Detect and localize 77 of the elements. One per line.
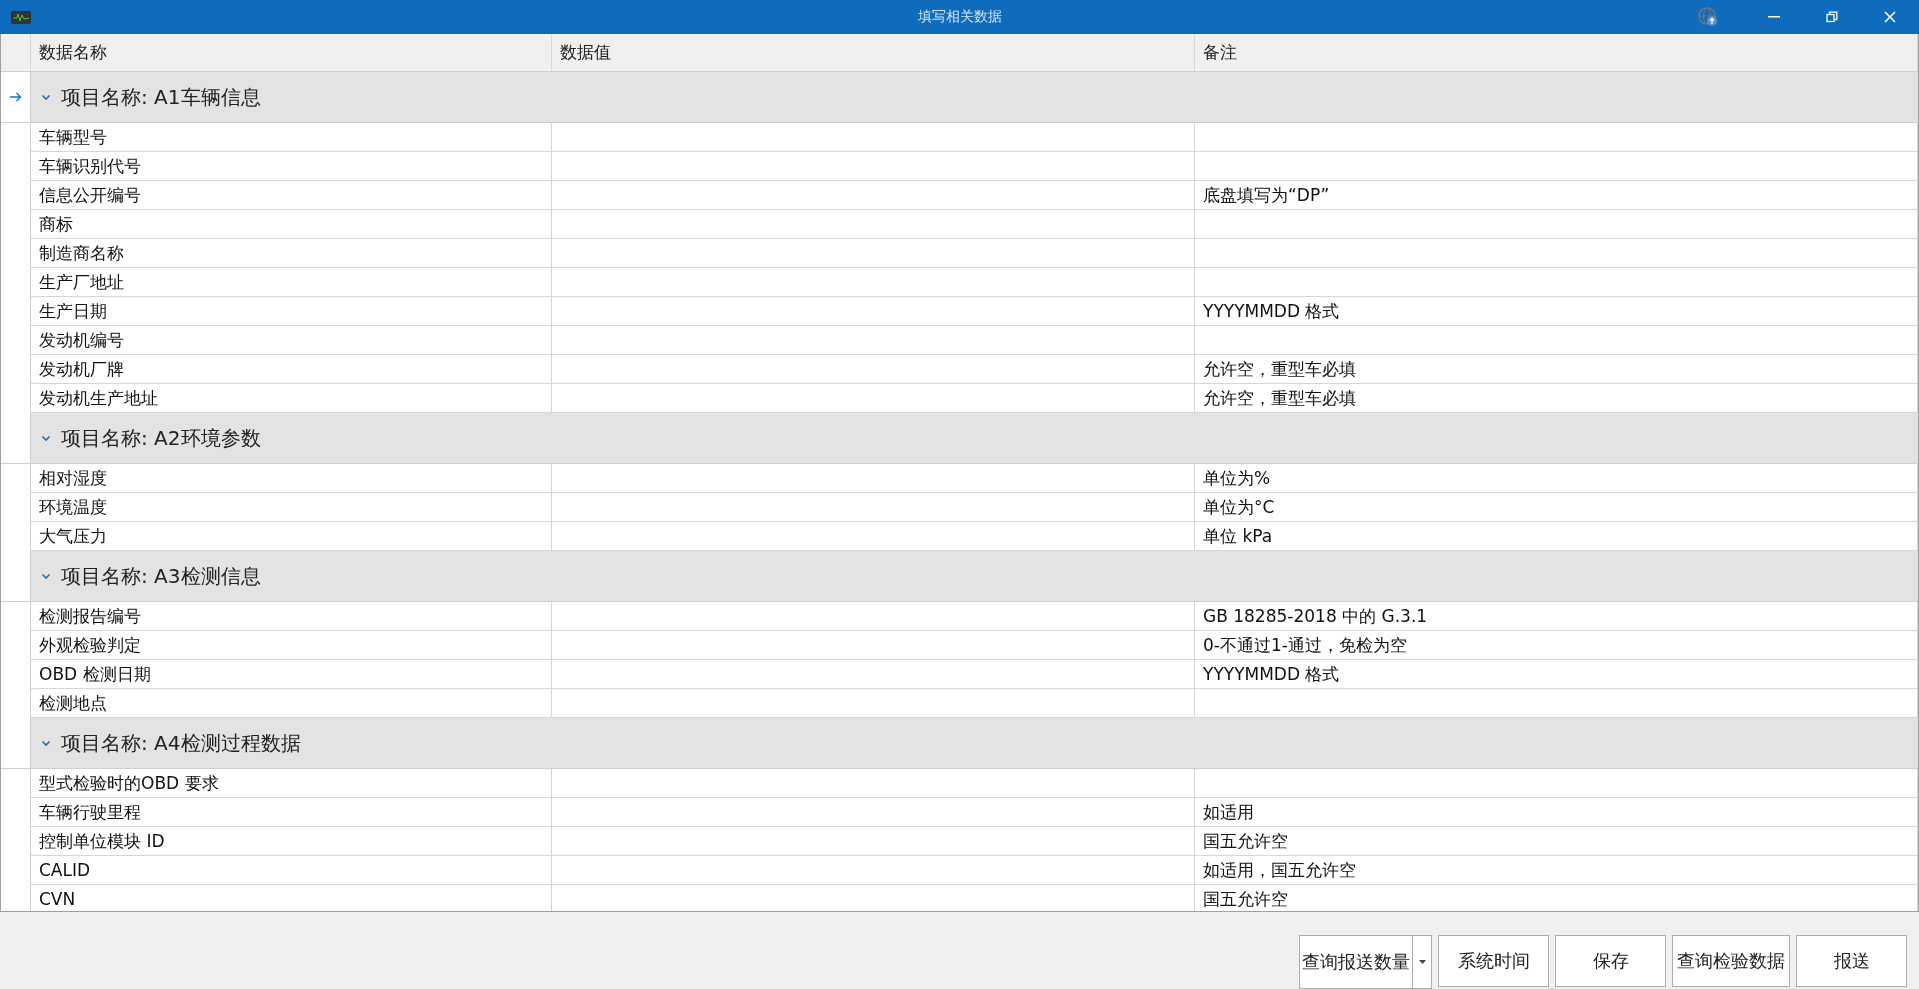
close-icon [1884, 11, 1896, 23]
table-cell: 0-不通过1-通过，免检为空 [1195, 631, 1918, 660]
value-input-cell[interactable] [552, 631, 1195, 660]
value-input-cell[interactable] [552, 493, 1195, 522]
table-cell: CALID [31, 856, 552, 885]
value-input-cell[interactable] [552, 602, 1195, 631]
split-button[interactable]: 查询报送数量 [1299, 935, 1432, 989]
group-title: 项目名称: A3检测信息 [61, 562, 261, 590]
table-cell: 生产日期 [31, 297, 552, 326]
value-input-cell[interactable] [552, 123, 1195, 152]
action-button[interactable]: 查询检验数据 [1672, 935, 1790, 987]
row-header-cell[interactable] [1, 72, 31, 122]
value-input-cell[interactable] [552, 827, 1195, 856]
action-button[interactable]: 系统时间 [1438, 935, 1549, 987]
table-cell: 检测报告编号 [31, 602, 552, 631]
table-cell: 型式检验时的OBD 要求 [31, 769, 552, 798]
table-cell: 商标 [31, 210, 552, 239]
value-input-cell[interactable] [552, 769, 1195, 798]
expand-chevron-icon[interactable] [41, 434, 51, 442]
value-input-cell[interactable] [552, 268, 1195, 297]
table-cell: 如适用 [1195, 798, 1918, 827]
table-cell: 信息公开编号 [31, 181, 552, 210]
restore-icon [1826, 11, 1838, 23]
table-cell: 国五允许空 [1195, 827, 1918, 856]
table-cell: 控制单位模块 ID [31, 827, 552, 856]
value-input-cell[interactable] [552, 239, 1195, 268]
table-cell: 车辆型号 [31, 123, 552, 152]
table-cell: 相对湿度 [31, 464, 552, 493]
row-header-cell[interactable] [1, 718, 31, 768]
column-header[interactable]: 备注 [1203, 41, 1237, 64]
query-count-button[interactable]: 查询报送数量 [1300, 936, 1413, 988]
value-input-cell[interactable] [552, 297, 1195, 326]
table-cell: YYYYMMDD 格式 [1195, 660, 1918, 689]
value-input-cell[interactable] [552, 210, 1195, 239]
caret-icon [1418, 960, 1426, 964]
group-title: 项目名称: A2环境参数 [61, 424, 261, 452]
window-title: 填写相关数据 [917, 8, 1002, 26]
globe-upload-icon[interactable] [1697, 6, 1719, 28]
value-input-cell[interactable] [552, 464, 1195, 493]
value-input-cell[interactable] [552, 798, 1195, 827]
table-cell: CVN [31, 885, 552, 911]
expand-chevron-icon[interactable] [41, 572, 51, 580]
table-cell: 环境温度 [31, 493, 552, 522]
group-title: 项目名称: A1车辆信息 [61, 83, 261, 111]
table-cell: 国五允许空 [1195, 885, 1918, 911]
value-input-cell[interactable] [552, 181, 1195, 210]
expand-chevron-icon[interactable] [41, 93, 51, 101]
column-header[interactable]: 数据值 [560, 41, 611, 64]
table-cell: 车辆行驶里程 [31, 798, 552, 827]
app-icon [10, 8, 32, 26]
table-cell: 车辆识别代号 [31, 152, 552, 181]
table-cell: 允许空，重型车必填 [1195, 355, 1918, 384]
table-cell: 生产厂地址 [31, 268, 552, 297]
row-header-cell[interactable] [1, 551, 31, 601]
table-cell: 单位为°C [1195, 493, 1918, 522]
expand-chevron-icon[interactable] [41, 739, 51, 747]
action-button[interactable]: 保存 [1555, 935, 1666, 987]
action-button[interactable]: 报送 [1796, 935, 1907, 987]
table-cell: 底盘填写为“DP” [1195, 181, 1918, 210]
table-cell: GB 18285-2018 中的 G.3.1 [1195, 602, 1918, 631]
table-cell: 制造商名称 [31, 239, 552, 268]
table-cell: 如适用，国五允许空 [1195, 856, 1918, 885]
minimize-icon [1768, 16, 1780, 18]
value-input-cell[interactable] [552, 326, 1195, 355]
row-header-cell[interactable] [1, 413, 31, 463]
table-cell: 单位为% [1195, 464, 1918, 493]
table-cell: YYYYMMDD 格式 [1195, 297, 1918, 326]
table-cell: 外观检验判定 [31, 631, 552, 660]
value-input-cell[interactable] [552, 856, 1195, 885]
table-cell: 发动机厂牌 [31, 355, 552, 384]
value-input-cell[interactable] [552, 152, 1195, 181]
table-cell: 发动机编号 [31, 326, 552, 355]
value-input-cell[interactable] [552, 660, 1195, 689]
value-input-cell[interactable] [552, 355, 1195, 384]
column-header[interactable]: 数据名称 [39, 41, 107, 64]
group-title: 项目名称: A4检测过程数据 [61, 729, 301, 757]
table-cell: OBD 检测日期 [31, 660, 552, 689]
